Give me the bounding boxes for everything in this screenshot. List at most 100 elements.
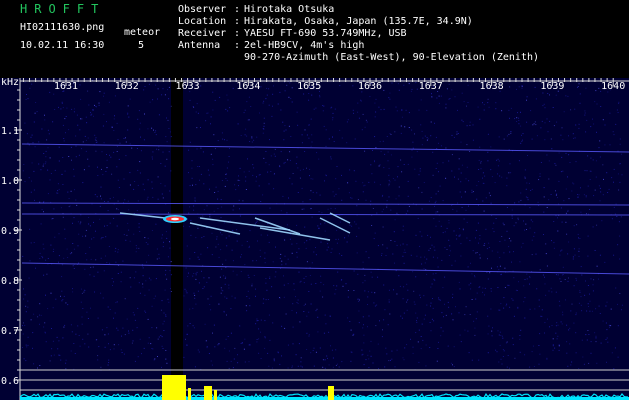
noise-dot — [287, 159, 289, 161]
noise-dot — [273, 85, 274, 87]
noise-dot — [216, 238, 218, 240]
noise-dot — [455, 306, 456, 308]
noise-dot — [394, 219, 396, 221]
noise-dot — [236, 274, 238, 276]
noise-dot — [147, 318, 149, 320]
noise-dot — [422, 137, 424, 139]
noise-dot — [256, 341, 258, 343]
noise-dot — [436, 148, 438, 149]
noise-dot — [296, 302, 298, 303]
noise-dot — [161, 193, 163, 195]
noise-dot — [407, 195, 409, 197]
noise-dot — [546, 154, 548, 156]
noise-dot — [434, 279, 436, 281]
noise-dot — [538, 345, 540, 346]
noise-dot — [253, 167, 255, 169]
noise-dot — [217, 198, 219, 200]
noise-dot — [113, 196, 114, 198]
noise-dot — [74, 353, 76, 354]
noise-dot — [129, 98, 131, 100]
noise-dot — [580, 266, 582, 268]
noise-dot — [514, 118, 516, 120]
noise-dot — [350, 197, 352, 199]
noise-dot — [565, 188, 567, 190]
noise-dot — [450, 362, 452, 364]
noise-dot — [274, 148, 276, 150]
noise-dot — [279, 257, 281, 259]
noise-dot — [68, 156, 70, 157]
noise-dot — [129, 184, 131, 186]
noise-dot — [437, 211, 439, 213]
noise-dot — [457, 109, 458, 111]
noise-dot — [192, 106, 194, 107]
noise-dot — [32, 142, 34, 144]
noise-dot — [206, 346, 208, 348]
noise-dot — [431, 244, 433, 246]
noise-dot — [197, 256, 199, 258]
noise-dot — [524, 176, 526, 178]
noise-dot — [408, 127, 410, 128]
noise-dot — [525, 188, 527, 190]
noise-dot — [142, 183, 144, 185]
noise-dot — [438, 142, 439, 144]
noise-dot — [543, 234, 544, 235]
noise-dot — [139, 292, 141, 294]
noise-dot — [45, 156, 47, 158]
noise-dot — [516, 117, 518, 119]
noise-dot — [158, 114, 160, 116]
noise-dot — [411, 156, 413, 158]
noise-dot — [168, 212, 169, 214]
noise-dot — [396, 244, 398, 246]
noise-dot — [82, 308, 84, 309]
noise-dot — [370, 355, 372, 357]
noise-dot — [47, 169, 49, 171]
noise-dot — [156, 148, 158, 150]
datetime: 10.02.11 16:30 — [20, 40, 105, 51]
noise-dot — [53, 354, 55, 356]
noise-dot — [271, 367, 273, 369]
noise-dot — [469, 121, 471, 123]
noise-dot — [464, 329, 466, 331]
noise-dot — [144, 237, 146, 239]
noise-dot — [367, 354, 369, 356]
noise-dot — [291, 87, 293, 89]
noise-dot — [222, 138, 224, 140]
noise-dot — [406, 301, 408, 303]
noise-dot — [371, 276, 373, 278]
noise-dot — [490, 146, 492, 148]
noise-dot — [63, 257, 65, 259]
noise-dot — [504, 267, 506, 269]
noise-dot — [379, 320, 380, 322]
noise-dot — [496, 351, 498, 353]
noise-dot — [550, 138, 552, 140]
noise-dot — [356, 205, 358, 207]
noise-dot — [105, 171, 107, 172]
noise-dot — [148, 277, 150, 279]
noise-dot — [440, 95, 442, 97]
noise-dot — [561, 323, 563, 325]
noise-dot — [60, 108, 62, 110]
noise-dot — [575, 161, 577, 163]
noise-dot — [438, 171, 439, 173]
noise-dot — [226, 94, 228, 96]
noise-dot — [594, 250, 596, 251]
noise-dot — [458, 312, 460, 314]
noise-dot — [571, 190, 573, 192]
noise-dot — [120, 281, 122, 283]
noise-dot — [30, 191, 32, 193]
noise-dot — [113, 348, 115, 350]
noise-dot — [28, 177, 30, 179]
noise-dot — [45, 259, 47, 261]
noise-dot — [127, 200, 129, 202]
noise-dot — [378, 106, 380, 108]
noise-dot — [454, 176, 455, 178]
noise-dot — [602, 320, 604, 322]
noise-dot — [208, 353, 210, 354]
noise-dot — [73, 343, 75, 344]
noise-dot — [105, 236, 107, 238]
noise-dot — [501, 110, 503, 112]
noise-dot — [578, 123, 580, 125]
noise-dot — [388, 179, 390, 181]
noise-dot — [248, 246, 250, 248]
noise-dot — [256, 339, 258, 340]
